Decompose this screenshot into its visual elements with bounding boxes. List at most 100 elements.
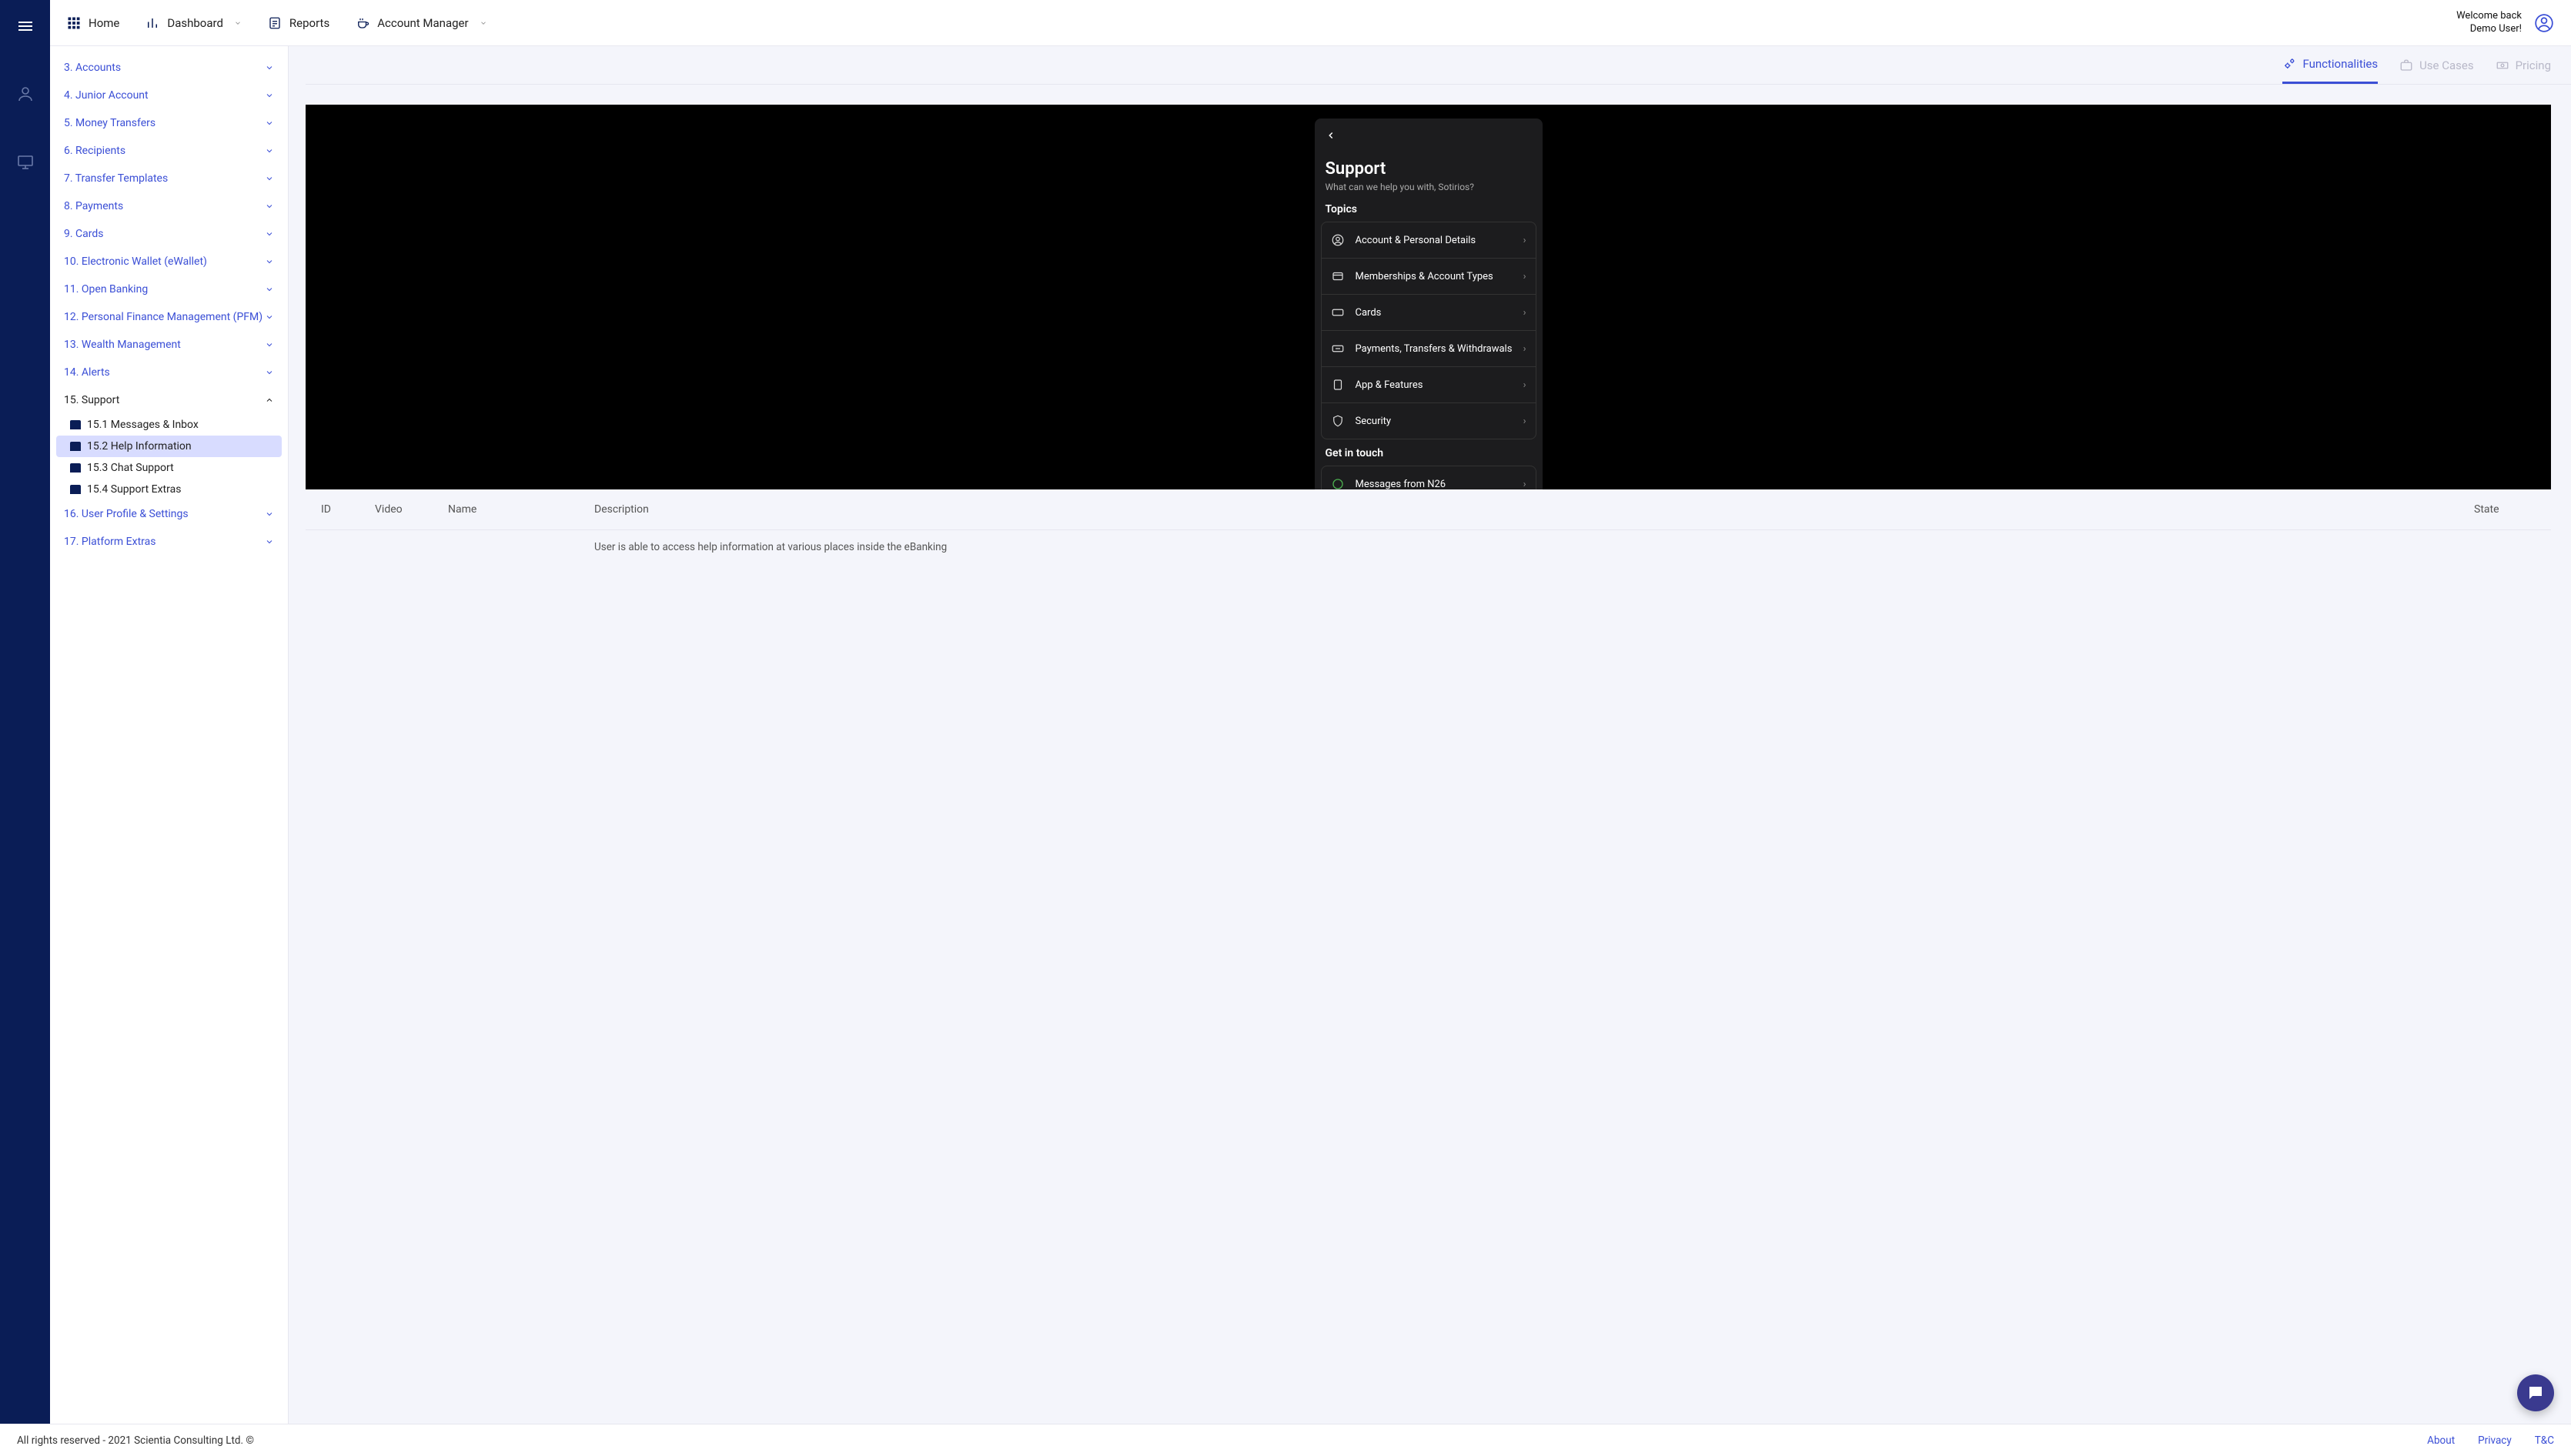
chevron-right-icon: › bbox=[1523, 416, 1526, 427]
tree-item-pfm[interactable]: 12. Personal Finance Management (PFM) bbox=[50, 303, 288, 331]
sub-item-help-info[interactable]: 15.2 Help Information bbox=[56, 436, 282, 457]
chevron-right-icon: › bbox=[1523, 479, 1526, 490]
chevron-down-icon bbox=[265, 509, 274, 519]
chevron-up-icon bbox=[265, 396, 274, 405]
topic-cards[interactable]: Cards› bbox=[1322, 295, 1536, 331]
shield-icon bbox=[1331, 414, 1345, 428]
phone-subtitle: What can we help you with, Sotirios? bbox=[1326, 182, 1532, 192]
sub-item-messages[interactable]: 15.1 Messages & Inbox bbox=[50, 414, 288, 436]
main-content: Functionalities Use Cases Pricing Sup bbox=[289, 46, 2571, 1456]
tree-item-cards[interactable]: 9. Cards bbox=[50, 220, 288, 248]
tree-item-payments[interactable]: 8. Payments bbox=[50, 192, 288, 220]
phone-mock: Support What can we help you with, Sotir… bbox=[1315, 119, 1543, 489]
welcome-text: Welcome back Demo User! bbox=[2456, 10, 2522, 36]
folder-icon bbox=[70, 420, 81, 429]
col-video: Video bbox=[375, 503, 448, 516]
folder-icon bbox=[70, 442, 81, 451]
tree-item-ewallet[interactable]: 10. Electronic Wallet (eWallet) bbox=[50, 248, 288, 276]
tab-usecases[interactable]: Use Cases bbox=[2399, 57, 2474, 84]
card-icon bbox=[1331, 306, 1345, 319]
footer-about[interactable]: About bbox=[2427, 1434, 2455, 1447]
chevron-down-icon bbox=[265, 63, 274, 72]
tab-bar: Functionalities Use Cases Pricing bbox=[306, 46, 2571, 85]
col-desc: Description bbox=[594, 503, 2474, 516]
topic-security[interactable]: Security› bbox=[1322, 403, 1536, 439]
top-header: Home Dashboard Reports Account Manager W… bbox=[50, 0, 2571, 46]
nav-label: Home bbox=[89, 16, 119, 30]
tree-item-wealth[interactable]: 13. Wealth Management bbox=[50, 331, 288, 359]
coffee-icon bbox=[356, 16, 369, 30]
tree-item-accounts[interactable]: 3. Accounts bbox=[50, 54, 288, 82]
chevron-down-icon bbox=[265, 312, 274, 322]
phone-title: Support bbox=[1326, 159, 1532, 179]
footer: All rights reserved - 2021 Scientia Cons… bbox=[0, 1424, 2571, 1456]
getintouch-list: Messages from N26› bbox=[1321, 466, 1536, 489]
chevron-right-icon: › bbox=[1523, 343, 1526, 355]
tree-item-transfers[interactable]: 5. Money Transfers bbox=[50, 109, 288, 137]
gear-icon bbox=[2282, 57, 2296, 71]
user-icon[interactable] bbox=[16, 85, 35, 106]
tree-item-support[interactable]: 15. Support bbox=[50, 386, 288, 414]
table-header: ID Video Name Description State bbox=[306, 489, 2551, 530]
col-state: State bbox=[2474, 503, 2536, 516]
topic-payments[interactable]: Payments, Transfers & Withdrawals› bbox=[1322, 331, 1536, 367]
chevron-right-icon: › bbox=[1523, 235, 1526, 246]
chevron-down-icon bbox=[265, 146, 274, 155]
chevron-down-icon bbox=[265, 340, 274, 349]
chat-icon bbox=[2526, 1384, 2545, 1402]
chevron-down-icon bbox=[265, 368, 274, 377]
chevron-down-icon bbox=[265, 257, 274, 266]
topic-memberships[interactable]: Memberships & Account Types› bbox=[1322, 259, 1536, 295]
tree-item-junior[interactable]: 4. Junior Account bbox=[50, 82, 288, 109]
chevron-down-icon bbox=[265, 174, 274, 183]
chat-launcher[interactable] bbox=[2517, 1374, 2554, 1411]
tree-item-alerts[interactable]: 14. Alerts bbox=[50, 359, 288, 386]
tree-item-userprofile[interactable]: 16. User Profile & Settings bbox=[50, 500, 288, 528]
nav-home[interactable]: Home bbox=[67, 16, 119, 30]
tab-pricing[interactable]: Pricing bbox=[2496, 57, 2551, 84]
money-icon bbox=[2496, 58, 2509, 72]
topic-app[interactable]: App & Features› bbox=[1322, 367, 1536, 403]
topic-account[interactable]: Account & Personal Details› bbox=[1322, 222, 1536, 259]
chevron-down-icon bbox=[265, 285, 274, 294]
avatar-icon[interactable] bbox=[2534, 13, 2554, 33]
nav-reports[interactable]: Reports bbox=[268, 16, 329, 30]
folder-icon bbox=[70, 463, 81, 473]
user-circle-icon bbox=[1331, 233, 1345, 247]
topics-header: Topics bbox=[1326, 203, 1532, 215]
tree-item-recipients[interactable]: 6. Recipients bbox=[50, 137, 288, 165]
nav-account-manager[interactable]: Account Manager bbox=[356, 16, 486, 30]
monitor-icon[interactable] bbox=[16, 152, 35, 174]
briefcase-icon bbox=[2399, 58, 2413, 72]
tree-item-templates[interactable]: 7. Transfer Templates bbox=[50, 165, 288, 192]
tree-item-openbanking[interactable]: 11. Open Banking bbox=[50, 276, 288, 303]
video-preview[interactable]: Support What can we help you with, Sotir… bbox=[306, 105, 2551, 489]
chevron-down-icon bbox=[265, 537, 274, 546]
table-row[interactable]: User is able to access help information … bbox=[306, 530, 2551, 564]
grid-icon bbox=[67, 16, 81, 30]
sub-item-extras[interactable]: 15.4 Support Extras bbox=[50, 479, 288, 500]
nav-label: Dashboard bbox=[167, 16, 223, 30]
nav-label: Reports bbox=[289, 16, 329, 30]
chevron-right-icon: › bbox=[1523, 379, 1526, 391]
sidebar-tree: 3. Accounts 4. Junior Account 5. Money T… bbox=[50, 46, 289, 1456]
chevron-down-icon bbox=[234, 19, 242, 27]
transfer-icon bbox=[1331, 342, 1345, 356]
back-button[interactable] bbox=[1315, 129, 1543, 144]
getintouch-messages[interactable]: Messages from N26› bbox=[1322, 466, 1536, 489]
folder-icon bbox=[70, 485, 81, 494]
chevron-right-icon: › bbox=[1523, 271, 1526, 282]
nav-label: Account Manager bbox=[377, 16, 468, 30]
footer-tc[interactable]: T&C bbox=[2535, 1434, 2554, 1447]
getintouch-header: Get in touch bbox=[1326, 447, 1532, 459]
tab-functionalities[interactable]: Functionalities bbox=[2282, 57, 2378, 84]
nav-dashboard[interactable]: Dashboard bbox=[145, 16, 242, 30]
sub-item-chat[interactable]: 15.3 Chat Support bbox=[50, 457, 288, 479]
chevron-down-icon bbox=[265, 91, 274, 100]
col-id: ID bbox=[321, 503, 375, 516]
card-icon bbox=[1331, 269, 1345, 283]
tree-item-platform[interactable]: 17. Platform Extras bbox=[50, 528, 288, 556]
message-icon bbox=[1331, 477, 1345, 489]
hamburger-icon[interactable] bbox=[16, 17, 35, 38]
footer-privacy[interactable]: Privacy bbox=[2478, 1434, 2512, 1447]
